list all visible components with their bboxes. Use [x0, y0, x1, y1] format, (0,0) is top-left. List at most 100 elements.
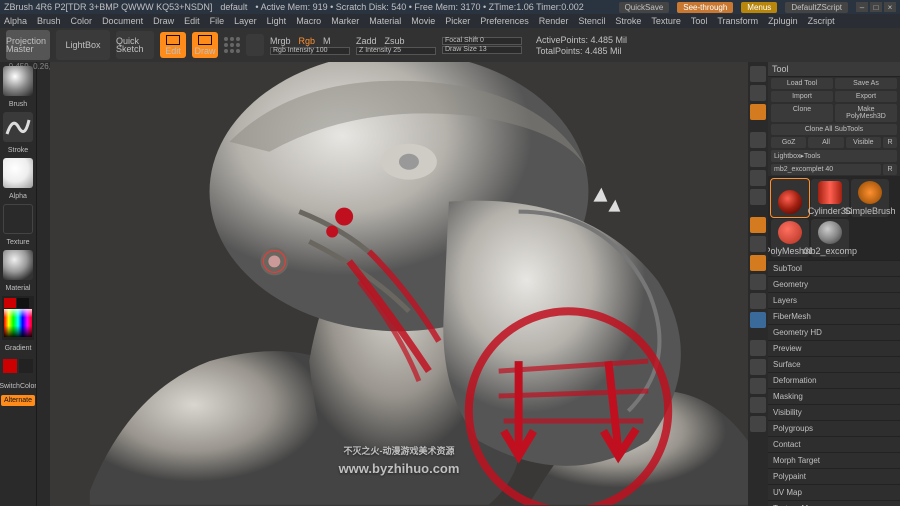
gizmo-grid[interactable] — [224, 37, 240, 53]
menu-document[interactable]: Document — [102, 16, 143, 26]
secondary-color-swatch[interactable] — [19, 359, 33, 373]
menus-toggle[interactable]: Menus — [741, 2, 777, 13]
clone-all-button[interactable]: Clone All SubTools — [771, 124, 897, 135]
move-nav-button[interactable] — [750, 255, 766, 271]
menu-picker[interactable]: Picker — [445, 16, 470, 26]
main-color-swatch[interactable] — [3, 359, 17, 373]
zsub-button[interactable]: Zsub — [385, 36, 405, 46]
goz-r-button[interactable]: R — [883, 137, 897, 148]
transp-button[interactable] — [750, 397, 766, 413]
save-as-button[interactable]: Save As — [835, 78, 897, 89]
maximize-button[interactable]: □ — [870, 2, 882, 12]
activity-icon[interactable] — [246, 34, 264, 56]
section-visibility[interactable]: Visibility — [768, 404, 900, 420]
menu-zscript[interactable]: Zscript — [808, 16, 835, 26]
load-tool-button[interactable]: Load Tool — [771, 78, 833, 89]
local-button[interactable] — [750, 170, 766, 186]
mrgb-button[interactable]: Mrgb — [270, 36, 291, 46]
menu-transform[interactable]: Transform — [717, 16, 758, 26]
menu-zplugin[interactable]: Zplugin — [768, 16, 798, 26]
section-layers[interactable]: Layers — [768, 292, 900, 308]
z-intensity-slider[interactable]: Z Intensity 25 — [356, 47, 436, 55]
lightbox-button[interactable]: LightBox — [56, 30, 110, 60]
menu-color[interactable]: Color — [71, 16, 93, 26]
rgb-intensity-slider[interactable]: Rgb Intensity 100 — [270, 47, 350, 55]
import-button[interactable]: Import — [771, 91, 833, 102]
m-button[interactable]: M — [323, 36, 331, 46]
xray-button[interactable] — [750, 378, 766, 394]
color-picker[interactable] — [2, 296, 34, 340]
bpr-button[interactable] — [750, 66, 766, 82]
menu-draw[interactable]: Draw — [153, 16, 174, 26]
section-uv-map[interactable]: UV Map — [768, 484, 900, 500]
section-polypaint[interactable]: Polypaint — [768, 468, 900, 484]
minimize-button[interactable]: – — [856, 2, 868, 12]
section-contact[interactable]: Contact — [768, 436, 900, 452]
section-fibermesh[interactable]: FiberMesh — [768, 308, 900, 324]
current-tool-name[interactable]: mb2_excomplet 40 — [771, 164, 881, 175]
menu-stencil[interactable]: Stencil — [578, 16, 605, 26]
menu-marker[interactable]: Marker — [331, 16, 359, 26]
close-button[interactable]: × — [884, 2, 896, 12]
section-geometry-hd[interactable]: Geometry HD — [768, 324, 900, 340]
sframe-button[interactable] — [750, 104, 766, 120]
menu-render[interactable]: Render — [539, 16, 569, 26]
tool-thumb[interactable]: SimpleBrush — [851, 179, 889, 217]
rgb-button[interactable]: Rgb — [299, 36, 316, 46]
menu-light[interactable]: Light — [267, 16, 287, 26]
menu-texture[interactable]: Texture — [651, 16, 681, 26]
render-button[interactable] — [750, 85, 766, 101]
section-texture-map[interactable]: Texture Map — [768, 500, 900, 506]
goz-visible-button[interactable]: Visible — [846, 137, 881, 148]
menu-alpha[interactable]: Alpha — [4, 16, 27, 26]
make-polymesh-button[interactable]: Make PolyMesh3D — [835, 104, 897, 122]
section-polygroups[interactable]: Polygroups — [768, 420, 900, 436]
section-deformation[interactable]: Deformation — [768, 372, 900, 388]
lsym-button[interactable] — [750, 189, 766, 205]
section-surface[interactable]: Surface — [768, 356, 900, 372]
left-divider[interactable] — [36, 62, 50, 506]
tool-thumb[interactable]: Cylinder3D — [811, 179, 849, 217]
menu-movie[interactable]: Movie — [411, 16, 435, 26]
switchcolor-button[interactable]: SwitchColor — [0, 383, 37, 390]
pf-button[interactable] — [750, 340, 766, 356]
alternate-button[interactable]: Alternate — [1, 395, 35, 406]
floor-button[interactable] — [750, 151, 766, 167]
viewport-canvas[interactable]: 不灭之火-动漫游戏美术资源 www.byzhihuo.com — [50, 62, 748, 506]
menu-layer[interactable]: Layer — [234, 16, 257, 26]
clone-button[interactable]: Clone — [771, 104, 833, 122]
brush-picker[interactable] — [3, 66, 33, 96]
zadd-button[interactable]: Zadd — [356, 36, 377, 46]
frame-button[interactable] — [750, 217, 766, 233]
draw-mode-button[interactable]: Draw — [192, 32, 218, 58]
gradient-label[interactable]: Gradient — [5, 345, 32, 352]
texture-picker[interactable] — [3, 204, 33, 234]
tool-thumb[interactable]: mb2_excomp — [811, 219, 849, 257]
goz-all-button[interactable]: All — [808, 137, 843, 148]
zscript-label[interactable]: DefaultZScript — [785, 2, 848, 13]
focal-shift-slider[interactable]: Focal Shift 0 — [442, 37, 522, 45]
ghost-button[interactable] — [750, 416, 766, 432]
section-geometry[interactable]: Geometry — [768, 276, 900, 292]
section-preview[interactable]: Preview — [768, 340, 900, 356]
menu-preferences[interactable]: Preferences — [480, 16, 529, 26]
alpha-picker[interactable] — [3, 158, 33, 188]
seethrough-slider[interactable]: See-through — [677, 2, 733, 13]
menu-brush[interactable]: Brush — [37, 16, 61, 26]
edit-mode-button[interactable]: Edit — [160, 32, 186, 58]
xpose-button[interactable] — [750, 236, 766, 252]
quicksketch-button[interactable]: Quick Sketch — [116, 31, 154, 59]
stroke-picker[interactable] — [3, 112, 33, 142]
menu-tool[interactable]: Tool — [691, 16, 708, 26]
solo-button[interactable] — [750, 359, 766, 375]
lightbox-tools-button[interactable]: Lightbox▸Tools — [771, 150, 897, 162]
zoom-nav-button[interactable] — [750, 312, 766, 328]
menu-edit[interactable]: Edit — [184, 16, 200, 26]
tool-r-button[interactable]: R — [883, 164, 897, 175]
goz-button[interactable]: GoZ — [771, 137, 806, 148]
scale-nav-button[interactable] — [750, 274, 766, 290]
section-masking[interactable]: Masking — [768, 388, 900, 404]
projection-master-button[interactable]: Projection Master — [6, 30, 50, 60]
tool-thumb[interactable] — [771, 179, 809, 217]
draw-size-slider[interactable]: Draw Size 13 — [442, 46, 522, 54]
